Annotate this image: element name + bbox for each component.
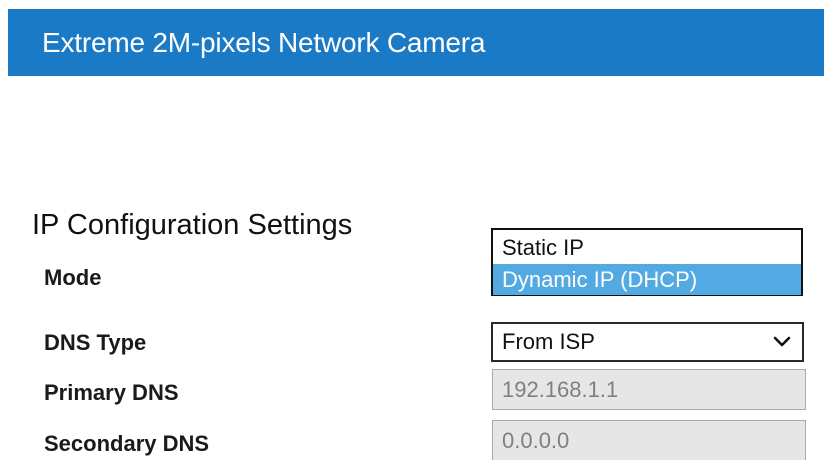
camera-settings-page: Extreme 2M-pixels Network Camera IP Conf… — [0, 0, 824, 460]
mode-label: Mode — [44, 265, 102, 290]
mode-dropdown-list[interactable]: Static IP Dynamic IP (DHCP) — [491, 228, 803, 296]
chevron-down-icon — [773, 336, 791, 347]
dns-type-value: From ISP — [502, 329, 595, 354]
header-bar: Extreme 2M-pixels Network Camera — [8, 9, 824, 76]
primary-dns-value: 192.168.1.1 — [502, 377, 619, 402]
secondary-dns-field[interactable]: 0.0.0.0 — [492, 420, 806, 460]
section-title: IP Configuration Settings — [32, 209, 353, 241]
primary-dns-field[interactable]: 192.168.1.1 — [492, 369, 806, 410]
primary-dns-label: Primary DNS — [44, 380, 179, 405]
mode-option-static-ip[interactable]: Static IP — [493, 232, 801, 263]
top-border — [0, 0, 824, 8]
dns-type-label: DNS Type — [44, 330, 147, 355]
mode-option-dhcp[interactable]: Dynamic IP (DHCP) — [493, 264, 801, 295]
secondary-dns-label: Secondary DNS — [44, 431, 210, 456]
page-title: Extreme 2M-pixels Network Camera — [42, 27, 486, 58]
secondary-dns-value: 0.0.0.0 — [502, 428, 570, 453]
dns-type-select[interactable]: From ISP — [491, 322, 804, 362]
